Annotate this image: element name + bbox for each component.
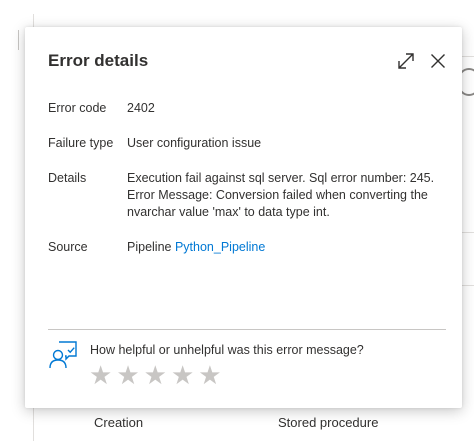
error-code-label: Error code [48,101,107,115]
details-label: Details [48,171,87,185]
feedback-question: How helpful or unhelpful was this error … [90,343,364,357]
star-icon[interactable]: ★ [89,361,112,389]
source-value: Pipeline Python_Pipeline [127,239,447,256]
source-label: Source [48,240,88,254]
failure-type-label: Failure type [48,136,114,150]
close-button[interactable] [426,49,450,73]
source-prefix: Pipeline [127,240,172,254]
pipeline-link[interactable]: Python_Pipeline [175,240,265,254]
footer-divider [48,329,446,330]
table-cell-type: Creation [94,415,144,430]
dialog-title: Error details [48,51,149,70]
star-icon[interactable]: ★ [198,361,221,389]
close-icon [431,54,445,68]
error-code-value: 2402 [127,101,155,115]
background-edge [18,30,19,50]
expand-icon [398,53,414,69]
expand-button[interactable] [394,49,418,73]
background-table-row: Creation Stored procedure [33,406,474,441]
star-icon[interactable]: ★ [171,361,194,389]
details-value: Execution fail against sql server. Sql e… [127,171,435,219]
failure-type-value: User configuration issue [127,136,262,150]
star-rating: ★ ★ ★ ★ ★ [89,361,222,389]
table-cell-activity: Stored procedure [278,415,379,430]
error-details-dialog: Error details Error code 2402 Failure ty… [25,27,462,408]
feedback-person-icon [49,341,77,369]
star-icon[interactable]: ★ [116,361,139,389]
star-icon[interactable]: ★ [144,361,167,389]
